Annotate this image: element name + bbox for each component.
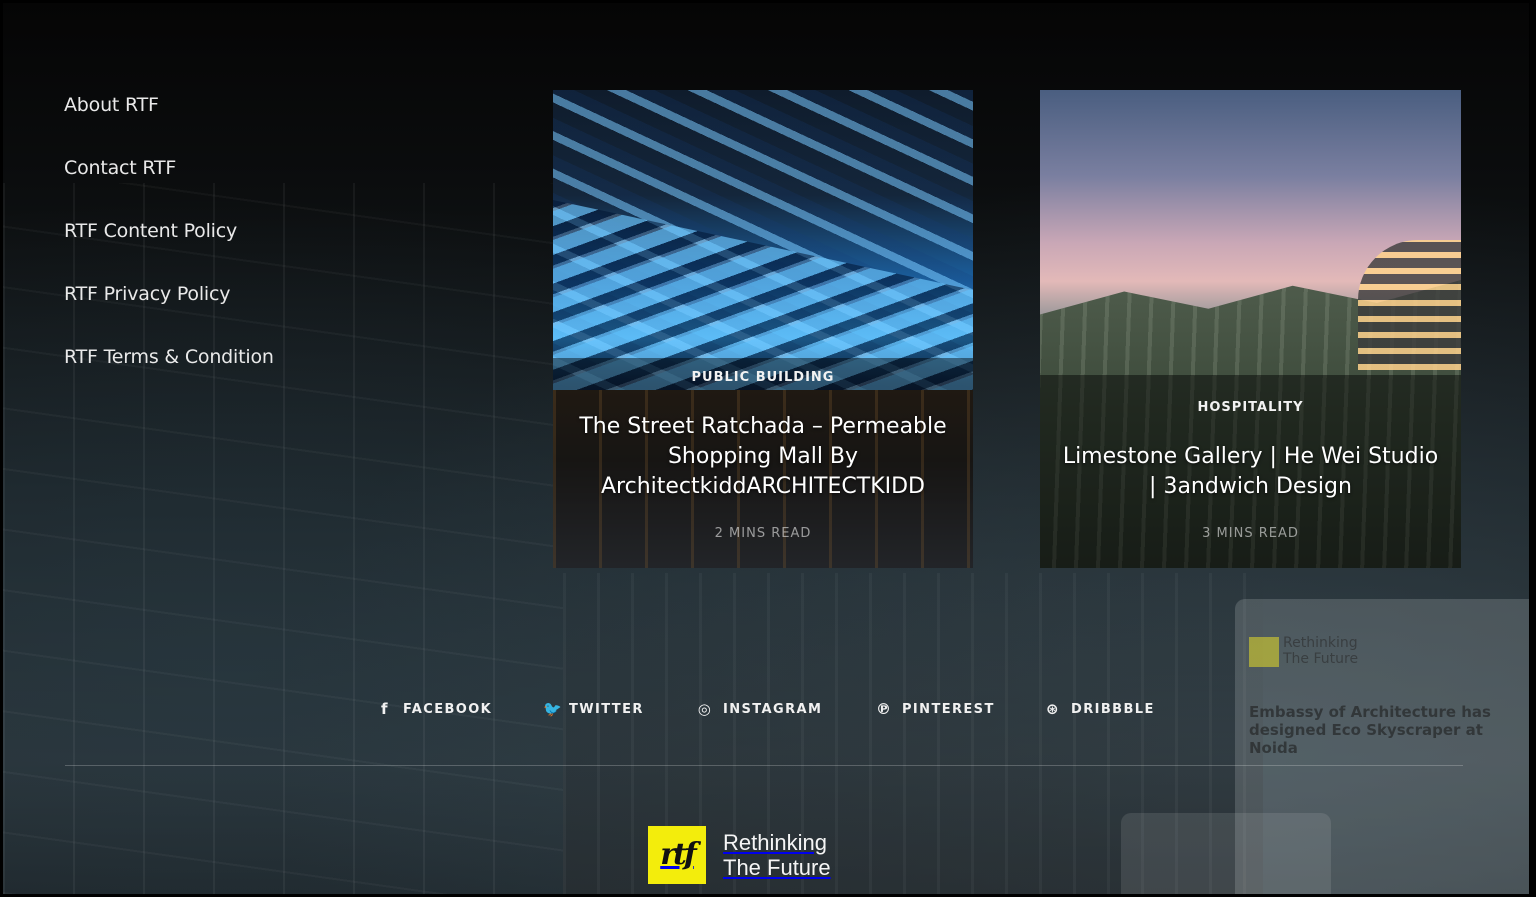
brand-name-line1: Rethinking <box>723 830 827 855</box>
article-card[interactable]: HOSPITALITY Limestone Gallery | He Wei S… <box>1040 90 1461 568</box>
footer-nav: About RTF Contact RTF RTF Content Policy… <box>64 94 274 409</box>
article-image-building <box>1358 240 1461 370</box>
facebook-icon: f <box>381 700 389 718</box>
article-read-time: 2 MINS READ <box>714 526 812 541</box>
social-link-dribbble[interactable]: ⊛ DRIBBBLE <box>1045 700 1155 718</box>
footer-nav-item: Contact RTF <box>64 157 274 220</box>
social-label: PINTEREST <box>902 701 995 717</box>
footer-link-content-policy[interactable]: RTF Content Policy <box>64 220 237 242</box>
footer-nav-item: RTF Content Policy <box>64 220 274 283</box>
footer-nav-item: About RTF <box>64 94 274 157</box>
footer-link-terms[interactable]: RTF Terms & Condition <box>64 346 274 368</box>
article-title[interactable]: Limestone Gallery | He Wei Studio | 3and… <box>1058 442 1443 502</box>
mockup-brand: Rethinking The Future <box>1283 635 1359 667</box>
social-link-instagram[interactable]: ◎ INSTAGRAM <box>697 700 822 718</box>
twitter-icon: 🐦 <box>543 700 564 718</box>
social-label: TWITTER <box>569 701 644 717</box>
footer-link-contact[interactable]: Contact RTF <box>64 157 176 179</box>
footer-link-about[interactable]: About RTF <box>64 94 159 116</box>
social-link-twitter[interactable]: 🐦 TWITTER <box>543 700 644 718</box>
article-title[interactable]: The Street Ratchada – Permeable Shopping… <box>571 412 955 502</box>
article-card[interactable]: PUBLIC BUILDING The Street Ratchada – Pe… <box>553 90 973 568</box>
instagram-icon: ◎ <box>697 700 713 718</box>
rtf-logo-icon: rtf <box>648 826 706 884</box>
social-label: FACEBOOK <box>403 701 493 717</box>
footer-nav-item: RTF Terms & Condition <box>64 346 274 409</box>
article-read-time: 3 MINS READ <box>1202 526 1299 541</box>
brand-logo-link[interactable]: rtf Rethinking The Future <box>648 826 831 884</box>
brand-name: Rethinking The Future <box>723 830 831 880</box>
article-category[interactable]: HOSPITALITY <box>1040 400 1461 415</box>
pinterest-icon: ℗ <box>876 700 893 718</box>
footer-divider <box>65 765 1463 766</box>
social-links: f FACEBOOK 🐦 TWITTER ◎ INSTAGRAM ℗ PINTE… <box>0 700 1536 730</box>
mockup-logo-icon <box>1249 637 1279 667</box>
social-label: INSTAGRAM <box>723 701 823 717</box>
article-category[interactable]: PUBLIC BUILDING <box>553 370 973 385</box>
social-link-pinterest[interactable]: ℗ PINTEREST <box>876 700 995 718</box>
dribbble-icon: ⊛ <box>1046 700 1060 718</box>
footer-link-privacy-policy[interactable]: RTF Privacy Policy <box>64 283 230 305</box>
footer-nav-item: RTF Privacy Policy <box>64 283 274 346</box>
brand-name-line2: The Future <box>723 855 831 880</box>
social-link-facebook[interactable]: f FACEBOOK <box>377 700 492 718</box>
social-label: DRIBBBLE <box>1071 701 1155 717</box>
background-secondary-mockup <box>1121 813 1331 894</box>
